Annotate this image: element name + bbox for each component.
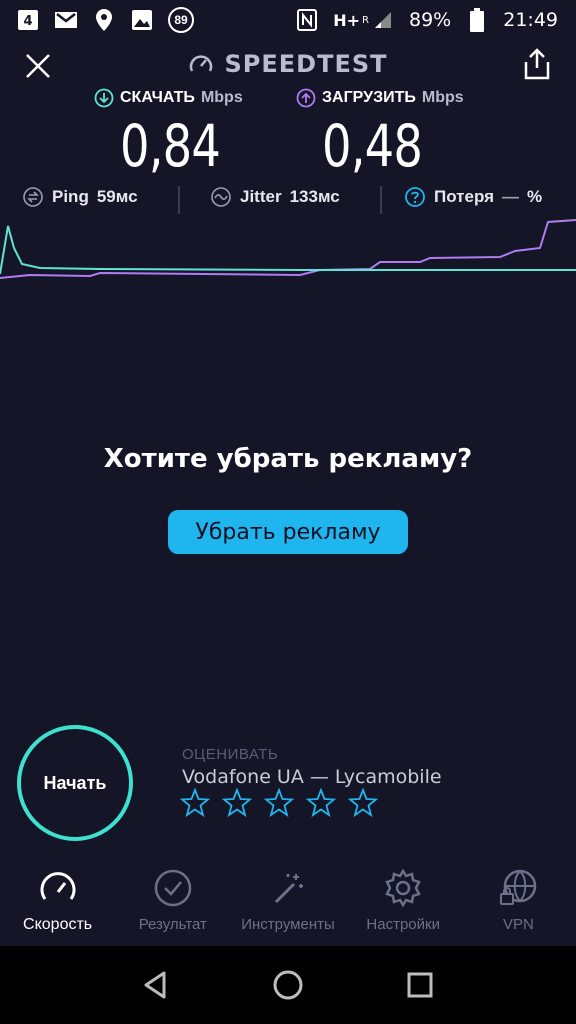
star-icon[interactable] [348,788,378,818]
system-navigation-bar [0,946,576,1024]
star-icon[interactable] [306,788,336,818]
battery-percent: 89% [409,9,452,31]
nav-results[interactable]: Результат [115,860,230,944]
checkmark-circle-icon [154,869,192,907]
star-icon[interactable] [264,788,294,818]
upload-value: 0,48 [322,112,423,180]
rating-stars [180,788,378,818]
nav-tools[interactable]: Инструменты [230,860,345,944]
share-icon [524,48,550,80]
loss-value: — [502,187,520,206]
status-bar-left: 4 89 [16,7,194,33]
jitter-value: 133мс [289,187,340,206]
divider [380,186,382,214]
sim-notification-icon: 4 [16,8,40,32]
nav-label: Инструменты [241,916,335,933]
clock: 21:49 [503,9,558,31]
ping-value: 59мс [96,187,138,206]
location-icon [92,8,116,32]
download-value: 0,84 [120,112,221,180]
network-type: H+ [333,10,361,30]
ping-stat: Ping 59мс [22,186,138,208]
nav-speed[interactable]: Скорость [0,860,115,944]
close-button[interactable] [24,52,52,80]
nav-vpn[interactable]: VPN [461,860,576,944]
jitter-label: Jitter [240,187,282,206]
home-icon[interactable] [268,965,308,1005]
speed-values: 0,84 0,48 [0,112,576,184]
start-button[interactable]: Начать [17,725,133,841]
download-label-text: СКАЧАТЬ [120,89,195,106]
roaming-indicator: R [362,14,369,26]
packet-loss-stat: Потеря — % [404,186,542,208]
brand: SPEEDTEST [188,50,387,78]
app-header: SPEEDTEST [0,42,576,86]
upload-unit: Mbps [421,89,464,106]
signal-icon [371,8,395,32]
rate-label: ОЦЕНИВАТЬ [182,746,279,763]
nav-label: Результат [138,916,207,933]
close-icon [26,54,50,78]
bottom-nav: Скорость Результат Инструменты Настройки… [0,860,576,944]
jitter-icon [211,187,231,207]
provider-name: Vodafone UA — Lycamobile [182,766,442,788]
gallery-icon [130,8,154,32]
svg-text:4: 4 [23,14,32,29]
nav-settings[interactable]: Настройки [346,860,461,944]
ping-icon [23,187,43,207]
gmail-icon [54,8,78,32]
gear-icon [385,868,421,908]
download-label: СКАЧАТЬ Mbps [94,88,243,108]
loss-label: Потеря [434,187,495,206]
status-bar: 4 89 H+ R 89% 21:49 [0,0,576,40]
upload-label-text: ЗАГРУЗИТЬ [322,89,416,106]
globe-lock-icon [500,869,537,905]
remove-ads-prompt: Хотите убрать рекламу? [103,444,473,474]
download-unit: Mbps [200,89,243,106]
star-icon[interactable] [222,788,252,818]
battery-icon [465,8,489,32]
speedometer-icon [40,872,76,900]
nav-label: VPN [502,916,534,933]
nav-label: Скорость [23,916,93,933]
download-arrow-icon [94,88,114,108]
recents-icon[interactable] [400,965,440,1005]
loss-unit: % [527,187,543,206]
remove-ads-button[interactable]: Убрать рекламу [168,510,408,554]
download-line [0,225,576,275]
app-title: SPEEDTEST [224,50,388,78]
speedometer-logo-icon [190,55,213,72]
star-icon[interactable] [180,788,210,818]
jitter-stat: Jitter 133мс [210,186,340,208]
nfc-icon [295,8,319,32]
ping-label: Ping [52,187,89,206]
notification-badge: 89 [168,7,194,33]
speed-graph [0,218,576,284]
help-icon[interactable] [404,186,426,208]
nav-label: Настройки [366,916,440,933]
divider [178,186,180,214]
share-button[interactable] [522,48,552,80]
upload-label: ЗАГРУЗИТЬ Mbps [296,88,464,108]
status-bar-right: H+ R 89% 21:49 [295,8,558,32]
upload-arrow-icon [296,88,316,108]
stats-row: Ping 59мс Jitter 133мс Потеря — % [0,184,576,216]
back-icon[interactable] [136,965,176,1005]
speed-labels: СКАЧАТЬ Mbps ЗАГРУЗИТЬ Mbps [0,88,576,114]
magic-wand-icon [274,874,303,904]
